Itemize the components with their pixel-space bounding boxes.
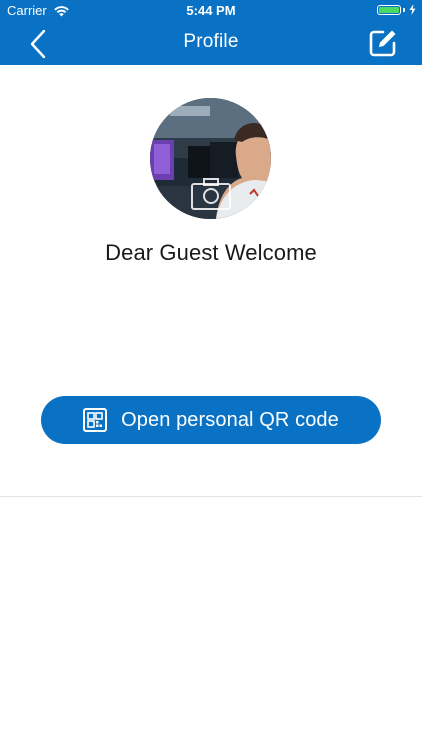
status-time: 5:44 PM (186, 3, 236, 18)
nav-bar: Profile (0, 22, 422, 65)
divider (0, 496, 422, 497)
qr-code-icon (83, 408, 108, 432)
camera-icon (191, 178, 231, 210)
edit-icon (369, 30, 396, 57)
edit-button[interactable] (368, 28, 398, 58)
open-qr-code-label: Open personal QR code (121, 408, 339, 431)
battery-fill (379, 6, 399, 13)
charging-bolt-icon (409, 4, 416, 15)
welcome-message: Dear Guest Welcome (105, 240, 317, 265)
battery-indicator (377, 4, 416, 15)
battery-icon (377, 4, 401, 15)
page-title: Profile (183, 31, 239, 52)
header: Carrier 5:44 PM Profile (0, 0, 422, 65)
avatar[interactable] (150, 98, 271, 219)
battery-cap (403, 7, 405, 12)
open-qr-code-button[interactable]: Open personal QR code (41, 396, 381, 444)
status-bar: Carrier 5:44 PM (0, 0, 422, 22)
